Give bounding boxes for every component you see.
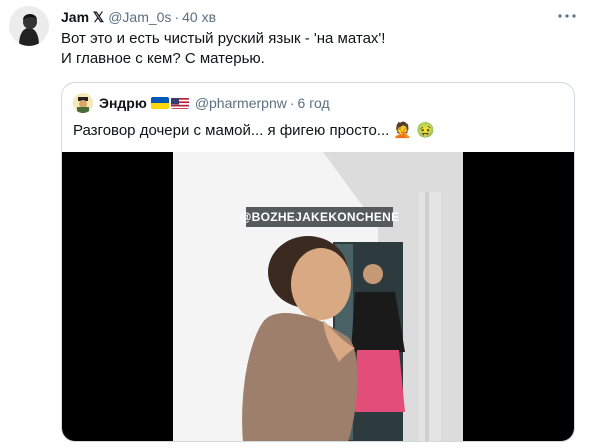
author-handle[interactable]: @Jam_0s xyxy=(108,9,171,25)
ukraine-flag-icon xyxy=(150,97,169,109)
quoted-author-name[interactable]: Эндрю xyxy=(99,95,147,111)
facepalm-emoji: 🤦 xyxy=(393,122,412,139)
tweet-text: Вот это и есть чистый руский язык - 'на … xyxy=(61,29,561,69)
video-play-area[interactable] xyxy=(62,152,574,441)
quoted-author-handle[interactable]: @pharmerpnw xyxy=(195,95,287,111)
separator-dot: · xyxy=(174,9,180,25)
separator-dot: · xyxy=(289,95,295,111)
tweet-text-line: Вот это и есть чистый руский язык - 'на … xyxy=(61,30,386,47)
quoted-tweet-timestamp[interactable]: 6 год xyxy=(298,95,330,111)
author-name[interactable]: Jam 𝕏 xyxy=(61,9,104,26)
tweet[interactable]: Jam 𝕏 @Jam_0s · 40 хв Вот это и есть чис… xyxy=(0,0,594,448)
more-icon[interactable] xyxy=(556,6,578,26)
nauseated-face-emoji: 🤢 xyxy=(415,122,435,139)
tweet-header: Jam 𝕏 @Jam_0s · 40 хв xyxy=(61,8,216,26)
quoted-tweet[interactable]: Эндрю @pharmerpnw · 6 год Разговор дочер… xyxy=(61,82,575,442)
tweet-text-line: И главное с кем? С матерью. xyxy=(61,50,265,67)
tweet-timestamp[interactable]: 40 хв xyxy=(182,9,216,25)
quoted-tweet-text: Разговор дочери с мамой... я фигею прост… xyxy=(73,121,563,141)
us-flag-icon xyxy=(170,97,189,109)
quoted-author-avatar[interactable] xyxy=(73,93,93,113)
quoted-tweet-text-body: Разговор дочери с мамой... я фигею прост… xyxy=(73,122,390,139)
quoted-tweet-header: Эндрю @pharmerpnw · 6 год xyxy=(99,94,330,112)
video-player[interactable]: @BOZHEJAKEKONCHENE xyxy=(62,152,574,441)
author-avatar[interactable] xyxy=(9,6,49,46)
